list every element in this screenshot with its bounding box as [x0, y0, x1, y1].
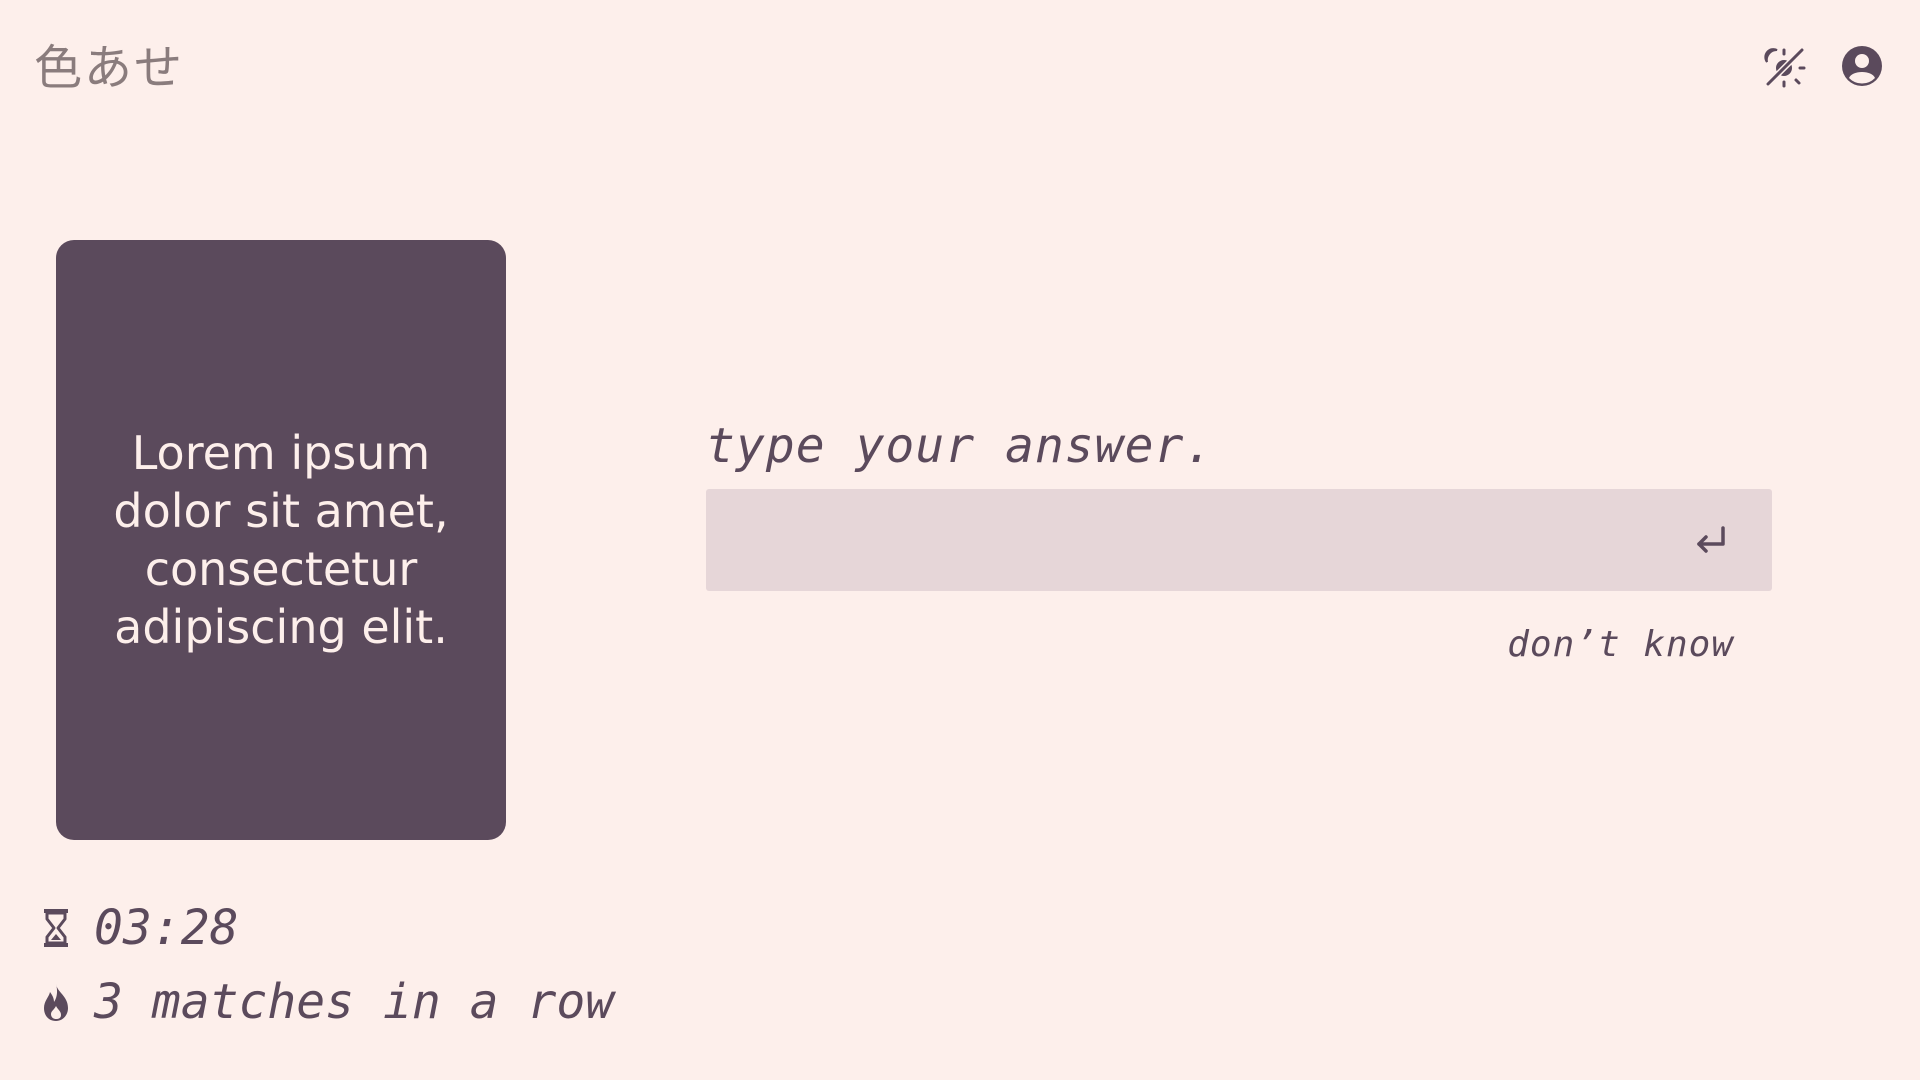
submit-answer-button[interactable] — [1676, 505, 1746, 575]
answer-field — [706, 489, 1772, 591]
streak: 3 matches in a row — [40, 974, 614, 1030]
enter-return-icon — [1697, 526, 1725, 553]
flashcard: Lorem ipsum dolor sit amet, consectetur … — [56, 240, 506, 840]
dont-know-button[interactable]: don’t know — [1507, 624, 1734, 665]
theme-toggle-icon[interactable] — [1760, 42, 1808, 90]
answer-input[interactable] — [706, 489, 1676, 591]
app-logo[interactable]: 色あせ — [34, 38, 184, 98]
flashcard-text: Lorem ipsum dolor sit amet, consectetur … — [113, 426, 449, 654]
account-circle-icon[interactable] — [1838, 42, 1886, 90]
hourglass-icon — [40, 906, 72, 950]
timer: 03:28 — [40, 900, 239, 956]
header-actions — [1760, 42, 1886, 90]
streak-value: 3 matches in a row — [94, 974, 615, 1030]
answer-prompt-label: type your answer. — [706, 418, 1215, 474]
timer-value: 03:28 — [94, 900, 239, 956]
fire-icon — [40, 980, 72, 1024]
